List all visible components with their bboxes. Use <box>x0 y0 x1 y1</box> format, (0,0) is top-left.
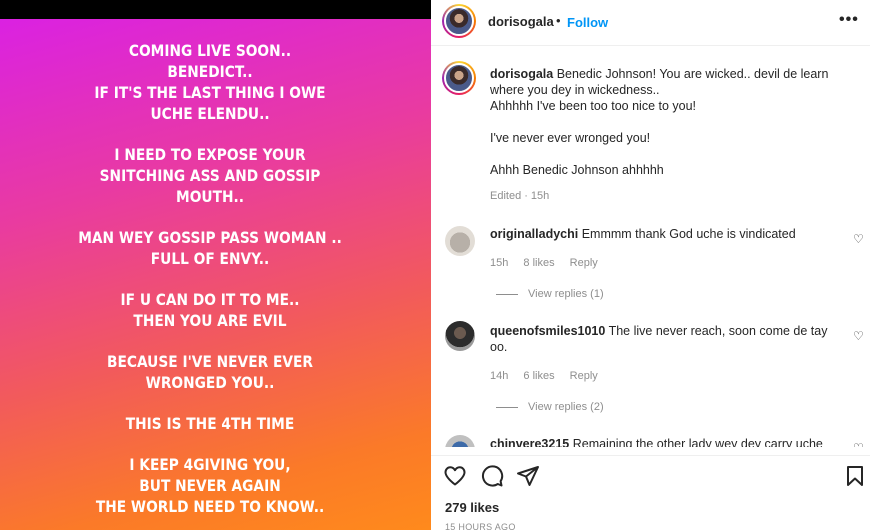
caption-text: dorisogala Benedic Johnson! You are wick… <box>490 66 850 178</box>
comment-icon[interactable] <box>480 464 504 488</box>
likes-count[interactable]: 279 likes <box>445 500 499 515</box>
caption-line: Ahhhhh I've been too too nice to you! <box>490 99 697 113</box>
story-text: COMING LIVE SOON.. BENEDICT.. IF IT'S TH… <box>29 40 390 530</box>
comment-likes[interactable]: 6 likes <box>523 370 554 382</box>
story-line: THIS IS THE 4TH TIME <box>125 414 295 433</box>
comment-text: queenofsmiles1010 The live never reach, … <box>490 323 840 355</box>
story-line: I KEEP 4GIVING YOU, <box>129 455 291 474</box>
comment-username[interactable]: originalladychi <box>490 227 578 241</box>
caption-meta: Edited · 15h <box>490 190 561 202</box>
reply-button[interactable]: Reply <box>570 370 598 382</box>
comment-body: Remaining the other lady wey dey carry u… <box>572 437 823 447</box>
story-paragraph: I KEEP 4GIVING YOU, BUT NEVER AGAIN THE … <box>29 454 390 517</box>
avatar[interactable] <box>442 4 476 38</box>
view-replies-button[interactable]: View replies (1) <box>496 288 604 300</box>
like-comment-heart-icon[interactable]: ♡ <box>853 232 864 246</box>
avatar[interactable] <box>442 61 476 95</box>
story-paragraph: BECAUSE I'VE NEVER EVER WRONGED YOU.. <box>29 351 390 393</box>
story-line: FULL OF ENVY.. <box>150 249 270 268</box>
comment-username[interactable]: queenofsmiles1010 <box>490 324 605 338</box>
comment-username[interactable]: chinvere3215 <box>490 437 569 447</box>
post-media[interactable]: COMING LIVE SOON.. BENEDICT.. IF IT'S TH… <box>0 0 431 530</box>
story-line: THE WORLD NEED TO KNOW.. <box>95 497 325 516</box>
media-top-bar <box>0 0 431 19</box>
post-details-panel: dorisogala • Follow ••• dorisogala Bened… <box>431 0 870 530</box>
story-line: UCHE ELENDU.. <box>150 104 270 123</box>
comment-likes[interactable]: 8 likes <box>523 257 554 269</box>
view-replies-label[interactable]: View replies (1) <box>528 288 604 300</box>
story-line: WRONGED YOU.. <box>145 373 275 392</box>
replies-divider <box>496 406 518 408</box>
comment-meta: 15h 8 likes Reply <box>490 257 610 269</box>
comment-body: Emmmm thank God uche is vindicated <box>581 227 796 241</box>
story-line: COMING LIVE SOON.. <box>128 41 292 60</box>
avatar[interactable] <box>445 435 475 447</box>
like-comment-heart-icon[interactable]: ♡ <box>853 329 864 343</box>
caption-line: Ahhh Benedic Johnson ahhhhh <box>490 163 664 177</box>
story-line: IF IT'S THE LAST THING I OWE <box>94 83 326 102</box>
story-line: BECAUSE I'VE NEVER EVER <box>106 352 314 371</box>
caption-time: 15h <box>530 190 550 202</box>
comment-time: 15h <box>490 257 509 269</box>
post-header: dorisogala • Follow ••• <box>431 0 870 46</box>
story-line: BUT NEVER AGAIN <box>139 476 281 495</box>
like-comment-heart-icon[interactable]: ♡ <box>853 441 864 447</box>
story-line: MAN WEY GOSSIP PASS WOMAN .. <box>78 228 342 247</box>
meta-separator: · <box>524 190 528 202</box>
story-paragraph: THIS IS THE 4TH TIME <box>29 413 390 434</box>
story-line: I NEED TO EXPOSE YOUR <box>114 145 306 164</box>
story-line: MOUTH.. <box>176 187 244 206</box>
edited-label: Edited <box>490 190 522 202</box>
caption-line: I've never ever wronged you! <box>490 131 651 145</box>
posted-time: 15 HOURS AGO <box>445 522 516 530</box>
view-replies-label[interactable]: View replies (2) <box>528 401 604 413</box>
comment-text: originalladychi Emmmm thank God uche is … <box>490 226 840 242</box>
bookmark-icon[interactable] <box>843 464 867 488</box>
avatar[interactable] <box>445 226 475 256</box>
header-username[interactable]: dorisogala <box>488 14 554 29</box>
story-line: IF U CAN DO IT TO ME.. <box>120 290 300 309</box>
comment-meta: 14h 6 likes Reply <box>490 370 610 382</box>
heart-icon[interactable] <box>443 464 467 488</box>
comment-text: chinvere3215 Remaining the other lady we… <box>490 436 870 447</box>
story-line: THEN YOU ARE EVIL <box>133 311 287 330</box>
comments-list[interactable]: dorisogala Benedic Johnson! You are wick… <box>431 47 870 447</box>
comment-time: 14h <box>490 370 509 382</box>
replies-divider <box>496 293 518 295</box>
story-paragraph: IF U CAN DO IT TO ME.. THEN YOU ARE EVIL <box>29 289 390 331</box>
caption-username[interactable]: dorisogala <box>490 67 553 81</box>
story-paragraph: MAN WEY GOSSIP PASS WOMAN .. FULL OF ENV… <box>29 227 390 269</box>
follow-button[interactable]: Follow <box>567 15 608 30</box>
reply-button[interactable]: Reply <box>570 257 598 269</box>
avatar[interactable] <box>445 321 475 351</box>
story-paragraph: COMING LIVE SOON.. BENEDICT.. IF IT'S TH… <box>29 40 390 124</box>
story-line: BENEDICT.. <box>167 62 253 81</box>
view-replies-button[interactable]: View replies (2) <box>496 401 604 413</box>
story-paragraph: I NEED TO EXPOSE YOUR SNITCHING ASS AND … <box>29 144 390 207</box>
story-line: SNITCHING ASS AND GOSSIP <box>99 166 321 185</box>
share-icon[interactable] <box>516 464 540 488</box>
post-actions-bar <box>431 455 870 491</box>
more-options-icon[interactable]: ••• <box>839 11 859 29</box>
separator-dot: • <box>556 13 561 28</box>
